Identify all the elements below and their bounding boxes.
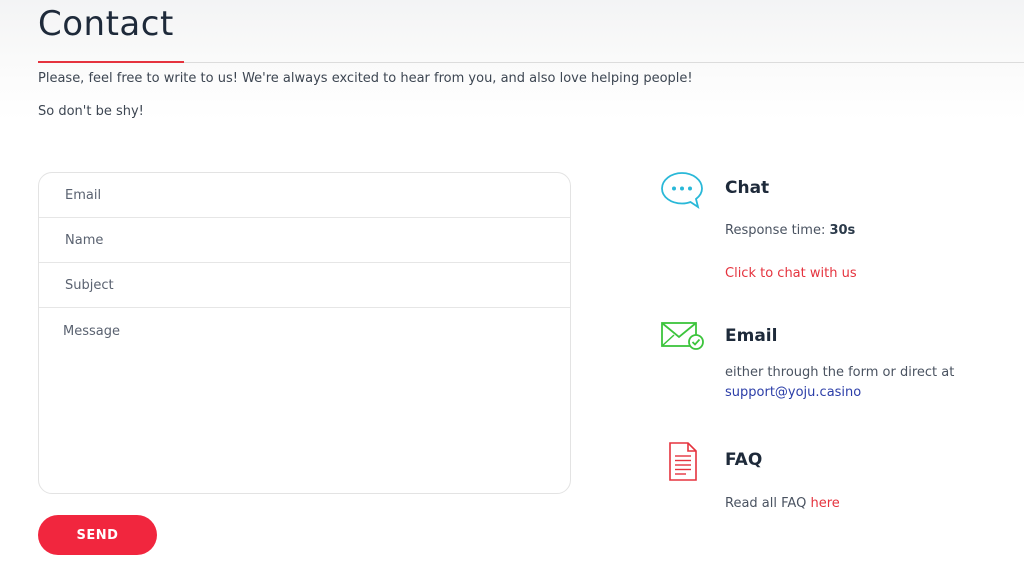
email-row [39,173,570,218]
response-label: Response time: [725,223,826,238]
contact-form [38,172,571,494]
email-section: Email either through the form or direct … [660,318,1000,418]
support-email-link[interactable]: support@yoju.casino [725,383,861,403]
subject-field[interactable] [39,263,570,307]
faq-text: Read all FAQ here [725,494,840,514]
chat-bubble-icon [661,172,703,210]
faq-title: FAQ [725,450,763,470]
faq-label: Read all FAQ [725,496,807,511]
document-icon [669,442,697,481]
email-field[interactable] [39,173,570,217]
chat-title: Chat [725,178,770,198]
email-text: either through the form or direct at [725,365,955,380]
email-title: Email [725,326,778,346]
name-field[interactable] [39,218,570,262]
faq-here-link[interactable]: here [810,496,839,511]
response-value: 30s [829,223,856,238]
message-row [39,308,570,493]
chat-section: Chat Response time: 30s Click to chat wi… [660,170,1000,290]
chat-link[interactable]: Click to chat with us [725,264,857,284]
message-field[interactable] [39,308,570,493]
envelope-check-icon [661,322,704,350]
chat-response-time: Response time: 30s [725,221,855,241]
subject-row [39,263,570,308]
send-button[interactable]: SEND [38,515,157,555]
intro-subtext: So don't be shy! [38,104,144,119]
contact-page: Contact Please, feel free to write to us… [0,0,1024,581]
name-row [39,218,570,263]
title-accent-bar [38,61,184,63]
page-title: Contact [38,4,174,44]
intro-text: Please, feel free to write to us! We're … [38,71,693,86]
faq-section: FAQ Read all FAQ here [660,442,1000,522]
title-divider [38,62,1024,63]
